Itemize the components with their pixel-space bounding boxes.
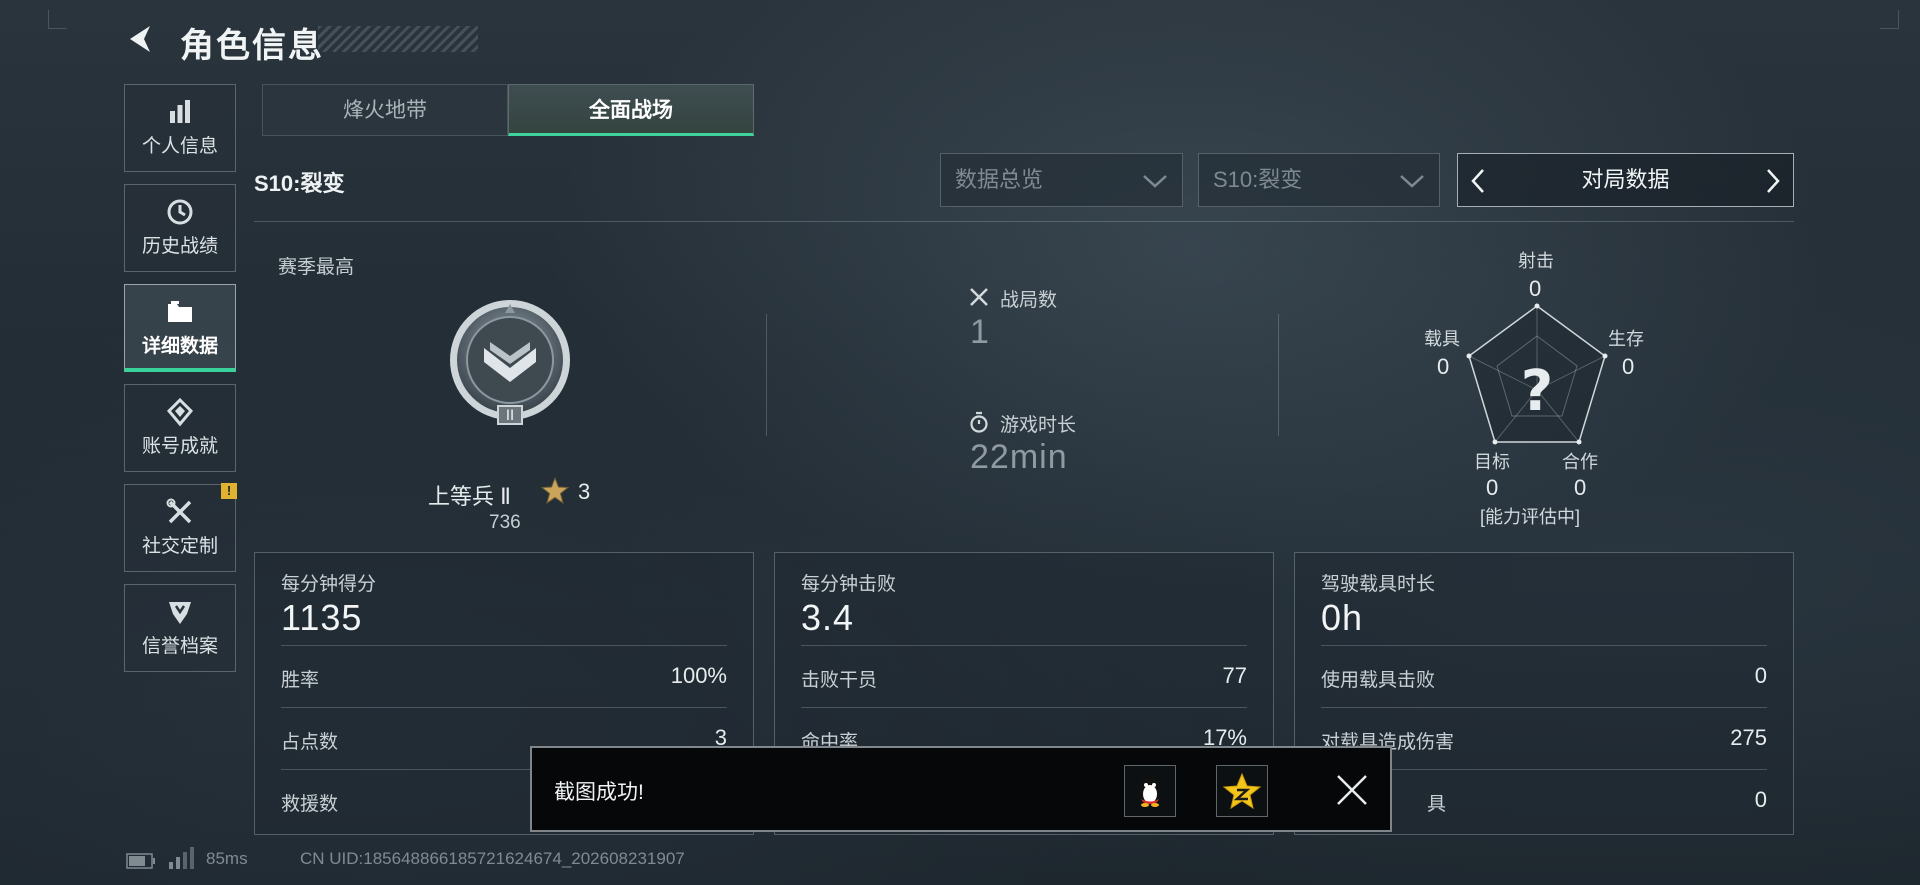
stat-row-label: 胜率 (281, 670, 320, 691)
sidebar-item-label: 详细数据 (141, 336, 218, 357)
shield-icon (169, 602, 191, 624)
stopwatch-icon (970, 411, 988, 433)
stat-row-value: 100% (670, 663, 727, 688)
radar-value-shooting: 0 (1529, 276, 1542, 301)
dropdown-value: 数据总览 (955, 167, 1044, 192)
share-qzone-button[interactable] (1216, 765, 1268, 817)
medal-icon (166, 397, 194, 427)
divider (1321, 645, 1767, 646)
battery-icon (126, 853, 155, 869)
sidebar-item-label: 个人信息 (141, 136, 218, 157)
signal-icon (169, 847, 194, 869)
matches-value: 1 (970, 313, 990, 351)
sidebar-item-label: 信誉档案 (141, 636, 218, 657)
radar-center-text: ? (1521, 359, 1553, 424)
card-head-label: 驾驶载具时长 (1321, 574, 1436, 595)
decor-corner (1880, 10, 1899, 29)
tab-fire-zone[interactable]: 烽火地带 (262, 84, 508, 136)
sidebar-item-detailed-data[interactable]: 详细数据 (124, 284, 236, 372)
card-head-value: 3.4 (801, 597, 855, 638)
dropdown-value: S10:裂变 (1213, 167, 1303, 192)
stat-row-label: 击败干员 (801, 670, 878, 691)
tools-icon (166, 498, 192, 524)
season-best-label: 赛季最高 (278, 257, 355, 278)
radar-label-objective: 目标 (1474, 452, 1510, 472)
chevron-down-icon (1400, 175, 1424, 188)
ability-radar-chart: ? (1466, 303, 1608, 445)
screenshot-toast: 截图成功! (530, 746, 1392, 832)
radar-label-shooting: 射击 (1518, 251, 1554, 271)
divider (1321, 707, 1767, 708)
stat-row-value: 0 (1754, 787, 1767, 812)
playtime-label: 游戏时长 (1000, 415, 1077, 436)
back-arrow-icon[interactable] (124, 22, 158, 56)
divider (254, 221, 1794, 222)
radar-value-survival: 0 (1622, 354, 1635, 379)
folder-icon (168, 301, 192, 322)
rank-emblem-icon: II (450, 300, 570, 425)
sidebar-item-social-custom[interactable]: 社交定制 ! (124, 483, 237, 572)
card-head-value: 0h (1321, 597, 1364, 638)
matches-label: 战局数 (1000, 290, 1058, 311)
card-head-label: 每分钟击败 (801, 574, 897, 595)
sidebar-item-history[interactable]: 历史战绩 (124, 184, 236, 272)
radar-label-survival: 生存 (1608, 329, 1644, 349)
sidebar-item-credit-file[interactable]: 信誉档案 (124, 584, 236, 672)
stat-row-label: 占点数 (281, 732, 339, 753)
crossed-swords-icon (970, 288, 988, 306)
stat-row-value: 77 (1222, 663, 1247, 688)
playtime-value: 22min (970, 438, 1068, 476)
season-label: S10:裂变 (254, 171, 345, 196)
sidebar-item-label: 社交定制 (141, 536, 218, 557)
data-overview-dropdown[interactable]: 数据总览 (940, 153, 1183, 207)
card-head-value: 1135 (281, 597, 363, 638)
season-dropdown[interactable]: S10:裂变 (1198, 153, 1440, 207)
bar-chart-icon (170, 100, 190, 123)
qq-penguin-icon (1139, 777, 1161, 807)
card-head-label: 每分钟得分 (281, 574, 377, 595)
radar-value-teamwork: 0 (1574, 475, 1587, 500)
ping-latency: 85ms (206, 849, 248, 868)
share-qq-button[interactable] (1124, 765, 1176, 817)
divider (1278, 314, 1279, 436)
chevron-down-icon (1143, 175, 1167, 188)
close-icon[interactable] (1332, 770, 1372, 810)
decor-corner (48, 10, 67, 29)
title-decoration (318, 26, 478, 52)
divider (281, 645, 727, 646)
divider (801, 707, 1247, 708)
radar-label-teamwork: 合作 (1562, 452, 1598, 472)
tab-full-battlefield[interactable]: 全面战场 (508, 84, 754, 136)
sidebar-item-achievements[interactable]: 账号成就 (124, 384, 236, 472)
user-uid: CN UID:18564886618572162467​4_2026082319… (300, 849, 685, 868)
radar-value-objective: 0 (1486, 475, 1499, 500)
radar-label-vehicle: 载具 (1424, 329, 1460, 349)
stat-row-label: 救援数 (281, 794, 339, 815)
page-title: 角色信息 (180, 27, 324, 65)
divider (801, 645, 1247, 646)
radar-value-vehicle: 0 (1437, 354, 1450, 379)
divider (766, 314, 767, 436)
alert-badge: ! (221, 483, 237, 499)
rank-star-count: 3 (578, 479, 591, 504)
stat-row-label: 具 (1427, 794, 1447, 815)
stat-row-value: 275 (1730, 725, 1767, 750)
rank-name: 上等兵 Ⅱ (428, 484, 511, 509)
radar-status: [能力评估中] (1480, 507, 1581, 527)
chevron-right-icon[interactable] (1763, 167, 1783, 195)
star-icon (540, 476, 570, 505)
stat-row-label: 使用载具击败 (1321, 670, 1436, 691)
emblem-tier: II (506, 408, 514, 424)
sidebar-item-personal-info[interactable]: 个人信息 (124, 84, 236, 172)
qzone-star-icon (1222, 772, 1262, 810)
toast-message: 截图成功! (554, 781, 644, 804)
rank-points: 736 (489, 512, 521, 533)
divider (281, 707, 727, 708)
pager-label: 对局数据 (1581, 167, 1670, 192)
clock-history-icon (167, 199, 193, 225)
sidebar-item-label: 账号成就 (141, 436, 218, 457)
sidebar-item-label: 历史战绩 (141, 236, 218, 257)
data-type-pager: 对局数据 (1457, 153, 1794, 207)
stat-row-value: 0 (1754, 663, 1767, 688)
